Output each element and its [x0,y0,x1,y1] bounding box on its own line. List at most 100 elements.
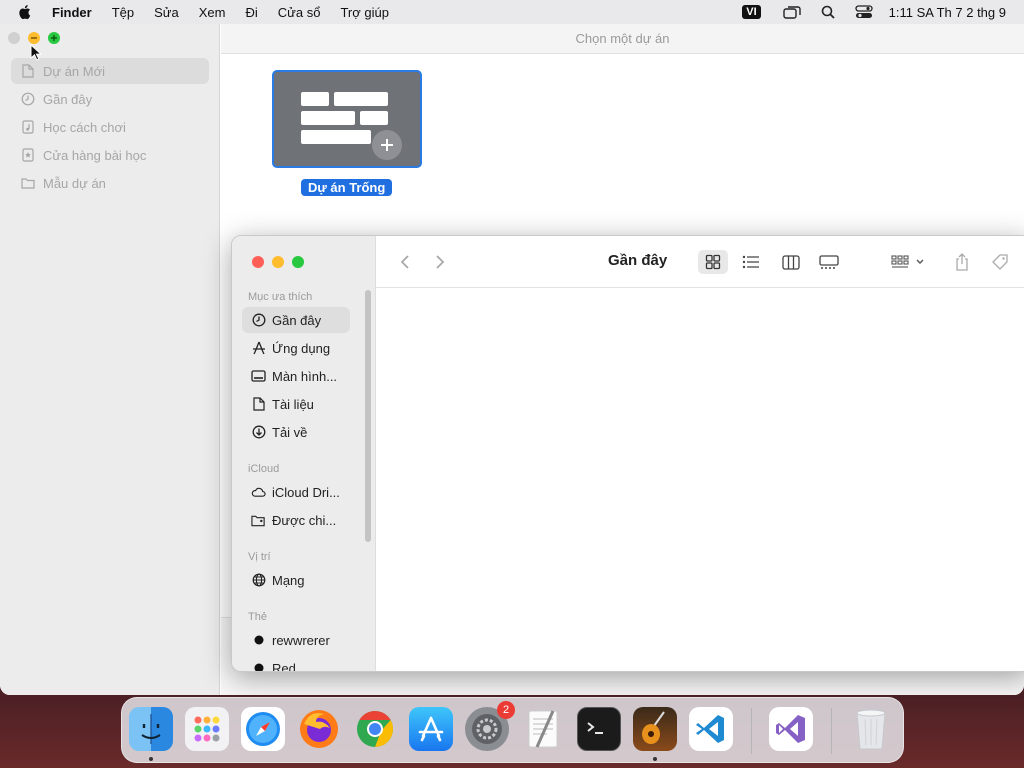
share-button[interactable] [950,250,974,274]
finder-sidebar-item-icloud-drive[interactable]: iCloud Dri... [242,479,350,505]
finder-sidebar-item-applications[interactable]: Ứng dụng [242,335,350,361]
dock-finder-icon[interactable] [129,707,173,751]
dock-vscode-icon[interactable] [689,707,733,751]
menu-edit[interactable]: Sửa [154,5,179,20]
menu-window[interactable]: Cửa sổ [278,5,321,20]
group-by-button[interactable] [888,250,930,274]
input-source-badge[interactable]: VI [742,5,761,19]
tag-button[interactable] [988,250,1012,274]
finder-sidebar-item-downloads[interactable]: Tải về [242,419,350,445]
tag-dot-icon [251,661,266,671]
zoom-button[interactable] [48,32,60,44]
cloud-icon [251,485,266,500]
list-view-button[interactable] [736,250,766,274]
dock: 2 [121,697,904,763]
dock-visual-studio-icon[interactable] [769,707,813,751]
menu-bar: Finder Tệp Sửa Xem Đi Cửa sổ Trợ giúp VI… [0,0,1024,24]
sidebar-item-label: Gần đây [43,91,93,107]
template-brick [360,111,388,125]
menu-go[interactable]: Đi [245,5,257,20]
finder-sidebar-item-shared[interactable]: Được chi... [242,507,350,533]
finder-sidebar-item-network[interactable]: Mạng [242,567,350,593]
template-label[interactable]: Dự án Trống [301,179,393,196]
dock-firefox-icon[interactable] [297,707,341,751]
plus-small-icon [51,35,57,41]
sidebar-item-learn-to-play[interactable]: Học cách chơi [11,114,209,140]
chooser-sidebar: Dự án Mới Gần đây Học cách chơi Cửa hàng… [0,24,220,695]
finder-sidebar-item-documents[interactable]: Tài liệu [242,391,350,417]
finder-sidebar-item-recent[interactable]: Gần đây [242,307,350,333]
sidebar-item-recent[interactable]: Gần đây [11,86,209,112]
mouse-cursor [30,43,43,64]
tag-icon [992,254,1008,270]
finder-sidebar-label: rewwrerer [272,632,330,648]
sidebar-item-project-templates[interactable]: Mẫu dự án [11,170,209,196]
dock-system-preferences-icon[interactable]: 2 [465,701,515,751]
menu-view[interactable]: Xem [199,5,226,20]
section-header-locations: Vị trí [248,551,271,563]
spotlight-search-icon[interactable] [817,4,839,20]
minus-icon [31,37,37,39]
dock-app-store-icon[interactable] [409,707,453,751]
finder-sidebar-label: Gần đây [272,312,322,328]
empty-project-template[interactable] [272,70,422,168]
menu-clock[interactable]: 1:11 SA Th 7 2 thg 9 [889,5,1006,20]
download-icon [251,425,266,440]
chevron-right-icon [436,255,445,269]
window-title: Chọn một dự án [575,31,670,46]
dock-separator [751,708,752,754]
dock-safari-icon[interactable] [241,707,285,751]
list-icon [742,255,759,269]
finder-close-button[interactable] [252,256,264,268]
finder-content-area[interactable] [376,288,1024,671]
sidebar-item-label: Mẫu dự án [43,175,106,191]
finder-location-title: Gần đây [608,252,668,269]
column-view-button[interactable] [776,250,806,274]
star-icon [21,148,35,162]
minimize-button[interactable] [28,32,40,44]
share-icon [956,253,968,271]
clock-icon [21,92,35,106]
dock-garageband-icon[interactable] [633,707,677,751]
apple-menu-icon[interactable] [18,4,34,20]
close-button[interactable] [8,32,20,44]
dock-separator [831,708,832,754]
shared-folder-icon [251,513,266,528]
window-switcher-icon[interactable] [781,4,803,20]
gallery-view-button[interactable] [814,250,844,274]
dock-chrome-icon[interactable] [353,707,397,751]
finder-minimize-button[interactable] [272,256,284,268]
finder-sidebar-tag[interactable]: rewwrerer [242,627,350,653]
dock-textedit-icon[interactable] [521,707,565,751]
running-indicator [653,757,657,761]
menu-app-name[interactable]: Finder [52,5,92,20]
sidebar-item-label: Cửa hàng bài học [43,147,147,163]
menu-file[interactable]: Tệp [112,5,134,20]
template-brick [301,111,355,125]
finder-sidebar-tag[interactable]: Red [242,655,350,671]
sidebar-item-label: Học cách chơi [43,119,126,135]
icon-view-button[interactable] [698,250,728,274]
sidebar-item-lesson-store[interactable]: Cửa hàng bài học [11,142,209,168]
gallery-icon [819,254,839,269]
finder-sidebar-label: iCloud Dri... [272,484,340,500]
dock-launchpad-icon[interactable] [185,707,229,751]
running-indicator [149,757,153,761]
columns-icon [782,254,800,270]
finder-sidebar-label: Được chi... [272,512,337,528]
dock-terminal-icon[interactable] [577,707,621,751]
menu-help[interactable]: Trợ giúp [340,5,389,20]
notification-badge: 2 [497,701,515,719]
back-button[interactable] [396,250,414,274]
finder-toolbar: Gần đây [376,236,1024,288]
finder-sidebar-item-desktop[interactable]: Màn hình... [242,363,350,389]
control-center-icon[interactable] [853,4,875,20]
finder-sidebar-label: Màn hình... [272,368,338,384]
finder-zoom-button[interactable] [292,256,304,268]
dock-trash-icon[interactable] [849,707,893,751]
finder-dialog: Mục ưa thích Gần đây Ứng dụng Màn hình..… [231,235,1024,672]
sidebar-scrollbar[interactable] [365,290,371,542]
document-icon [21,64,35,78]
forward-button[interactable] [431,250,449,274]
add-icon [372,130,402,160]
